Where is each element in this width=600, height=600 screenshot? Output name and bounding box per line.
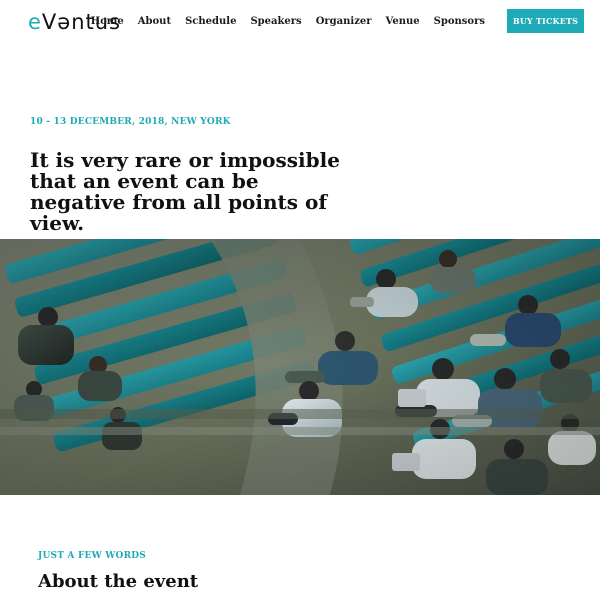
hero-headline: It is very rare or impossible that an ev… <box>30 148 340 235</box>
auditorium-photo <box>0 239 600 495</box>
buy-tickets-button[interactable]: BUY TICKETS <box>507 9 584 33</box>
about-section-title: About the event <box>38 571 199 592</box>
nav-venue[interactable]: Venue <box>379 15 427 29</box>
nav-speakers[interactable]: Speakers <box>243 15 308 29</box>
nav-about[interactable]: About <box>131 15 178 29</box>
section-eyebrow: JUST A FEW WORDS <box>38 551 146 561</box>
site-header: eVəntus Home About Schedule Speakers Org… <box>0 0 600 48</box>
hero-image <box>0 239 600 495</box>
nav-schedule[interactable]: Schedule <box>178 15 243 29</box>
event-date-location: 10 - 13 DECEMBER, 2018, NEW YORK <box>30 117 231 127</box>
logo-accent-letter: e <box>28 10 42 34</box>
nav-home[interactable]: Home <box>84 15 131 29</box>
nav-organizer[interactable]: Organizer <box>309 15 379 29</box>
nav-sponsors[interactable]: Sponsors <box>427 15 492 29</box>
main-nav: Home About Schedule Speakers Organizer V… <box>84 15 492 29</box>
